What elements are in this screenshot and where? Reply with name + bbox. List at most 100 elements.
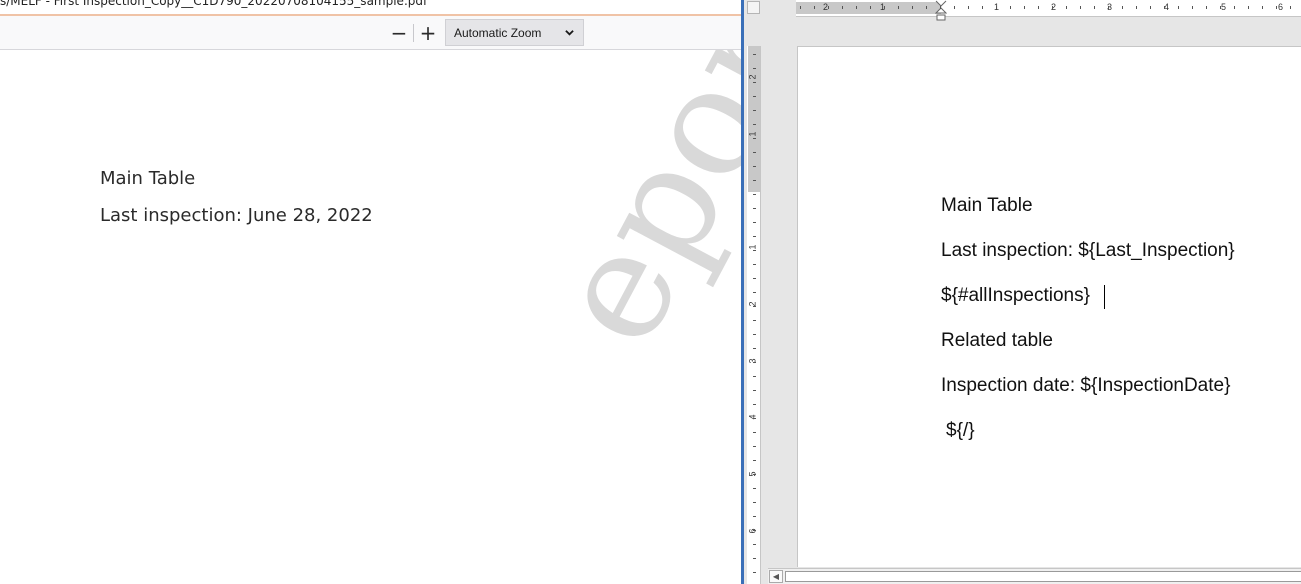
pdf-page: epor Main Table Last inspection: June 28… xyxy=(0,50,741,584)
ruler-tick xyxy=(1206,6,1207,9)
ruler-tick xyxy=(753,222,756,223)
vertical-ruler[interactable]: 2 1 1 2 3 4 5 6 xyxy=(747,46,761,584)
ruler-tick xyxy=(753,180,756,181)
ruler-tick xyxy=(753,96,756,97)
pdf-heading: Main Table xyxy=(100,168,196,189)
chevron-down-icon xyxy=(565,30,574,36)
ruler-tick xyxy=(753,348,756,349)
scroll-left-icon: ◀ xyxy=(772,572,780,581)
horizontal-scrollbar[interactable]: ◀ xyxy=(768,568,1301,584)
ruler-tick xyxy=(1164,6,1165,9)
ruler-tick xyxy=(753,474,756,475)
ruler-tick xyxy=(753,82,756,83)
zoom-out-button[interactable]: − xyxy=(386,20,412,46)
ruler-label: 1 xyxy=(747,244,758,250)
ruler-tick xyxy=(1038,6,1039,9)
ruler-tick xyxy=(753,292,756,293)
word-last-inspection-field: Last inspection: ${Last_Inspection} xyxy=(941,240,1235,261)
ruler-tick xyxy=(753,544,756,545)
ruler-tick xyxy=(1052,6,1053,9)
ruler-tick xyxy=(1066,6,1067,9)
zoom-out-icon: − xyxy=(390,21,408,45)
ruler-tick xyxy=(828,6,829,9)
ruler-tick xyxy=(1276,6,1277,9)
ruler-tick xyxy=(753,572,756,573)
ruler-label: 6 xyxy=(1278,2,1284,12)
ruler-tick xyxy=(1248,6,1249,9)
ruler-tick xyxy=(753,236,756,237)
ruler-tick xyxy=(1108,6,1109,9)
ruler-tick xyxy=(1094,6,1095,9)
ruler-tick xyxy=(1192,6,1193,9)
ruler-tick xyxy=(753,152,756,153)
toolbar-separator xyxy=(413,24,414,42)
ruler-tick xyxy=(753,362,756,363)
ruler-tick xyxy=(753,110,756,111)
pdf-viewer-pane: s/MELF - First Inspection_Copy__C1D790_2… xyxy=(0,0,741,584)
ruler-tick xyxy=(753,460,756,461)
ruler-tick xyxy=(753,208,756,209)
ruler-tick xyxy=(1234,6,1235,9)
ruler-tick xyxy=(870,6,871,9)
ruler-tick xyxy=(996,6,997,9)
ruler-left-margin xyxy=(796,2,941,14)
text-cursor xyxy=(1104,285,1105,309)
scroll-left-button[interactable]: ◀ xyxy=(769,570,783,583)
ruler-tick xyxy=(1220,6,1221,9)
ruler-tick xyxy=(753,530,756,531)
ruler-tick xyxy=(753,68,756,69)
ruler-tick xyxy=(753,320,756,321)
ruler-tick xyxy=(1136,6,1137,9)
indent-marker-icon[interactable] xyxy=(935,0,947,22)
horizontal-ruler[interactable]: 2 1 1 2 3 4 5 6 xyxy=(796,0,1301,21)
ruler-tick xyxy=(753,250,756,251)
pdf-document-title: s/MELF - First Inspection_Copy__C1D790_2… xyxy=(0,0,428,8)
zoom-in-button[interactable]: + xyxy=(415,20,441,46)
ruler-tick xyxy=(1262,6,1263,9)
ruler-tick xyxy=(1290,6,1291,9)
pdf-toolbar: − + Automatic Zoom xyxy=(0,16,741,50)
ruler-tick xyxy=(753,166,756,167)
zoom-select[interactable]: Automatic Zoom xyxy=(445,19,584,46)
ruler-tick xyxy=(912,6,913,9)
ruler-tick xyxy=(968,6,969,9)
word-editor-pane: 2 1 1 2 3 4 5 6 2 1 1 2 3 4 5 6 Main Tab… xyxy=(744,0,1301,584)
ruler-tick xyxy=(1122,6,1123,9)
ruler-tick xyxy=(982,6,983,9)
ruler-tick xyxy=(753,376,756,377)
word-page[interactable]: Main Table Last inspection: ${Last_Inspe… xyxy=(797,46,1301,567)
ruler-tick xyxy=(842,6,843,9)
ruler-tick xyxy=(753,138,756,139)
ruler-tick xyxy=(1178,6,1179,9)
ruler-label: 5 xyxy=(1221,2,1227,12)
tab-selector-icon[interactable] xyxy=(747,1,760,14)
pdf-watermark: epor xyxy=(520,50,741,372)
ruler-tick xyxy=(1010,6,1011,9)
word-heading: Main Table xyxy=(941,195,1033,216)
ruler-tick xyxy=(753,390,756,391)
ruler-tick xyxy=(800,6,801,9)
ruler-tick xyxy=(753,264,756,265)
ruler-tick xyxy=(884,6,885,9)
ruler-tick xyxy=(753,404,756,405)
ruler-tick xyxy=(753,418,756,419)
word-loop-start-tag: ${#allInspections} xyxy=(941,285,1090,306)
zoom-select-value: Automatic Zoom xyxy=(454,25,542,40)
scrollbar-thumb[interactable] xyxy=(785,571,1301,582)
ruler-tick xyxy=(753,488,756,489)
ruler-tick xyxy=(940,6,941,9)
ruler-tick xyxy=(753,446,756,447)
ruler-tick xyxy=(814,6,815,9)
ruler-tick xyxy=(753,194,756,195)
ruler-tick xyxy=(1150,6,1151,9)
ruler-label: 2 xyxy=(747,74,758,80)
ruler-tick xyxy=(1080,6,1081,9)
ruler-tick xyxy=(753,432,756,433)
word-loop-end-tag: ${/} xyxy=(946,420,975,441)
ruler-tick xyxy=(753,516,756,517)
pdf-title-bar: s/MELF - First Inspection_Copy__C1D790_2… xyxy=(0,0,741,16)
ruler-tick xyxy=(753,502,756,503)
word-inspection-date-field: Inspection date: ${InspectionDate} xyxy=(941,375,1231,396)
ruler-tick xyxy=(753,278,756,279)
zoom-in-icon: + xyxy=(419,21,437,45)
